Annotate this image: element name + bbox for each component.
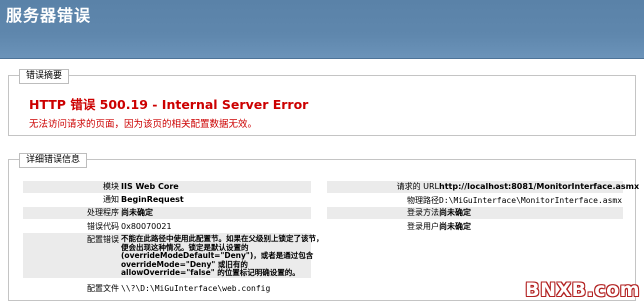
handler-label: 处理程序 [87, 208, 119, 217]
logon-method-value: 尚未确定 [439, 208, 471, 217]
module-value: IIS Web Core [121, 182, 179, 191]
watermark-logo: BNXB.com [525, 279, 640, 301]
config-file-value: \\?\D:\MiGuInterface\web.config [121, 284, 271, 293]
error-summary-panel: 错误摘要 HTTP 错误 500.19 - Internal Server Er… [8, 69, 636, 136]
error-code-label: 错误代码 [87, 222, 119, 231]
physical-path-label: 物理路径 [407, 196, 439, 205]
physical-path-value: D:\MiGuInterface\MonitorInterface.asmx [439, 196, 623, 205]
error-details-header: 详细错误信息 [19, 153, 88, 168]
module-label: 模块 [103, 182, 119, 191]
http-error-title: HTTP 错误 500.19 - Internal Server Error [29, 97, 309, 112]
notification-label: 通知 [103, 195, 119, 204]
config-file-label: 配置文件 [87, 284, 119, 293]
error-page: 服务器错误 错误摘要 HTTP 错误 500.19 - Internal Ser… [0, 0, 644, 304]
notification-value: BeginRequest [121, 195, 184, 204]
logon-user-value: 尚未确定 [439, 222, 471, 231]
row-background [23, 207, 311, 219]
page-title: 服务器错误 [6, 6, 92, 25]
config-error-value: 不能在此路径中使用此配置节。如果在父级别上锁定了该节，便会出现这种情况。锁定是默… [121, 234, 324, 278]
error-code-value: 0x80070021 [121, 222, 172, 231]
error-summary-header: 错误摘要 [19, 69, 70, 84]
logon-method-label: 登录方法 [407, 208, 439, 217]
request-url-label: 请求的 URL [396, 182, 439, 191]
config-error-label: 配置错误 [87, 235, 119, 244]
banner: 服务器错误 [0, 0, 644, 59]
http-error-description: 无法访问请求的页面，因为该页的相关配置数据无效。 [29, 119, 258, 130]
row-background [327, 207, 623, 219]
logon-user-label: 登录用户 [407, 222, 439, 231]
handler-value: 尚未确定 [121, 208, 153, 217]
request-url-value: http://localhost:8081/MonitorInterface.a… [439, 182, 640, 191]
